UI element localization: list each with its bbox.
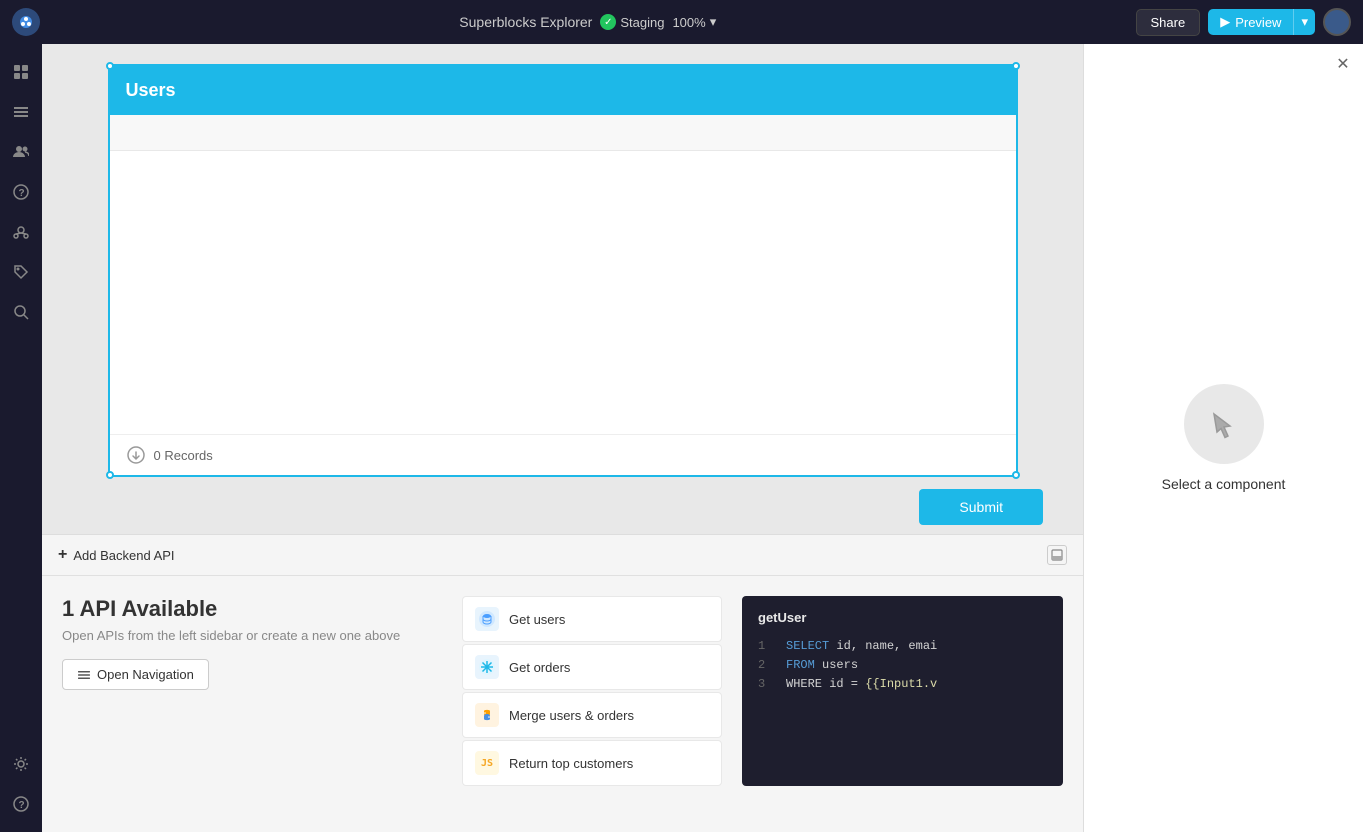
topbar-center: Superblocks Explorer Staging 100% ▾ bbox=[459, 14, 716, 30]
widget-table-area bbox=[110, 115, 1016, 435]
staging-label: Staging bbox=[620, 15, 664, 30]
sidebar-item-list[interactable] bbox=[5, 96, 37, 128]
widget-container: Users 0 Records bbox=[108, 64, 1018, 477]
sidebar-item-team[interactable] bbox=[5, 136, 37, 168]
add-api-button[interactable]: + Add Backend API bbox=[58, 546, 175, 564]
api-item-merge[interactable]: Merge users & orders bbox=[462, 692, 722, 738]
nav-icon bbox=[77, 668, 91, 682]
bottom-panel-header: + Add Backend API bbox=[42, 535, 1083, 576]
resize-handle-tr[interactable] bbox=[1012, 62, 1020, 70]
api-list: Get users Get orders bbox=[462, 596, 722, 786]
widget-footer: 0 Records bbox=[110, 435, 1016, 475]
sidebar-settings[interactable] bbox=[5, 748, 37, 780]
preview-button-main[interactable]: ▶ Preview bbox=[1208, 9, 1293, 35]
add-api-label: Add Backend API bbox=[73, 548, 174, 563]
sidebar-item-tag[interactable] bbox=[5, 256, 37, 288]
merge-label: Merge users & orders bbox=[509, 708, 634, 723]
collapse-panel-button[interactable] bbox=[1047, 545, 1067, 565]
line-num-3: 3 bbox=[758, 675, 774, 694]
content-area: Users 0 Records Submit bbox=[42, 44, 1083, 832]
main-layout: ? bbox=[0, 44, 1363, 832]
topbar-right: Share ▶ Preview ▾ bbox=[1136, 8, 1351, 36]
sidebar-item-question[interactable]: ? bbox=[5, 176, 37, 208]
logo-icon bbox=[12, 8, 40, 36]
resize-handle-tl[interactable] bbox=[106, 62, 114, 70]
records-download-icon bbox=[126, 445, 146, 465]
widget-header: Users bbox=[110, 66, 1016, 115]
zoom-control[interactable]: 100% ▾ bbox=[672, 14, 716, 30]
code-title: getUser bbox=[758, 608, 1047, 629]
code-from-keyword: FROM users bbox=[786, 656, 858, 675]
return-customers-label: Return top customers bbox=[509, 756, 633, 771]
canvas-area: Users 0 Records Submit bbox=[42, 44, 1083, 534]
line-num-1: 1 bbox=[758, 637, 774, 656]
zoom-chevron-icon: ▾ bbox=[710, 14, 717, 30]
svg-text:?: ? bbox=[19, 800, 25, 811]
line-num-2: 2 bbox=[758, 656, 774, 675]
play-icon: ▶ bbox=[1220, 14, 1230, 30]
merge-icon bbox=[475, 703, 499, 727]
right-panel-close-area: ✕ bbox=[1331, 52, 1355, 76]
preview-chevron-icon[interactable]: ▾ bbox=[1293, 9, 1315, 35]
bottom-panel: + Add Backend API 1 API Available Open A… bbox=[42, 534, 1083, 832]
get-users-label: Get users bbox=[509, 612, 565, 627]
widget-table-header bbox=[110, 115, 1016, 151]
code-where-clause: WHERE id = {{Input1.v bbox=[786, 675, 937, 694]
sidebar-item-search[interactable] bbox=[5, 296, 37, 328]
submit-button[interactable]: Submit bbox=[919, 489, 1043, 525]
resize-handle-bl[interactable] bbox=[106, 471, 114, 479]
submit-row: Submit bbox=[62, 477, 1063, 534]
sidebar-bottom: ? bbox=[5, 748, 37, 820]
get-orders-label: Get orders bbox=[509, 660, 570, 675]
return-customers-icon: JS bbox=[475, 751, 499, 775]
api-item-get-users[interactable]: Get users bbox=[462, 596, 722, 642]
api-item-return-customers[interactable]: JS Return top customers bbox=[462, 740, 722, 786]
cursor-preview-icon bbox=[1184, 384, 1264, 464]
records-count: 0 Records bbox=[154, 448, 213, 463]
open-navigation-label: Open Navigation bbox=[97, 667, 194, 682]
code-line-2: 2 FROM users bbox=[758, 656, 1047, 675]
api-left: 1 API Available Open APIs from the left … bbox=[62, 596, 442, 786]
select-component-area: Select a component bbox=[1162, 384, 1286, 492]
sidebar-item-grid[interactable] bbox=[5, 56, 37, 88]
topbar-left bbox=[12, 8, 40, 36]
get-orders-icon bbox=[475, 655, 499, 679]
svg-text:?: ? bbox=[19, 188, 25, 199]
sidebar: ? bbox=[0, 44, 42, 832]
widget-title: Users bbox=[126, 80, 176, 100]
api-subtitle: Open APIs from the left sidebar or creat… bbox=[62, 628, 442, 643]
avatar[interactable] bbox=[1323, 8, 1351, 36]
topbar: Superblocks Explorer Staging 100% ▾ Shar… bbox=[0, 0, 1363, 44]
status-dot bbox=[600, 14, 616, 30]
zoom-value: 100% bbox=[672, 15, 705, 30]
code-line-3: 3 WHERE id = {{Input1.v bbox=[758, 675, 1047, 694]
preview-button[interactable]: ▶ Preview ▾ bbox=[1208, 9, 1315, 35]
get-users-icon bbox=[475, 607, 499, 631]
app-title: Superblocks Explorer bbox=[459, 14, 592, 30]
api-item-get-orders[interactable]: Get orders bbox=[462, 644, 722, 690]
select-component-label: Select a component bbox=[1162, 476, 1286, 492]
preview-label: Preview bbox=[1235, 15, 1281, 30]
api-count-title: 1 API Available bbox=[62, 596, 442, 622]
code-select-keyword: SELECT id, name, emai bbox=[786, 637, 937, 656]
resize-handle-br[interactable] bbox=[1012, 471, 1020, 479]
share-button[interactable]: Share bbox=[1136, 9, 1201, 36]
right-panel: ✕ Select a component bbox=[1083, 44, 1363, 832]
sidebar-help[interactable]: ? bbox=[5, 788, 37, 820]
open-navigation-button[interactable]: Open Navigation bbox=[62, 659, 209, 690]
sidebar-item-agents[interactable] bbox=[5, 216, 37, 248]
status-badge: Staging bbox=[600, 14, 664, 30]
api-content: 1 API Available Open APIs from the left … bbox=[42, 576, 1083, 806]
code-preview: getUser 1 SELECT id, name, emai 2 FROM u… bbox=[742, 596, 1063, 786]
code-line-1: 1 SELECT id, name, emai bbox=[758, 637, 1047, 656]
plus-icon: + bbox=[58, 546, 67, 564]
close-panel-button[interactable]: ✕ bbox=[1331, 52, 1355, 76]
